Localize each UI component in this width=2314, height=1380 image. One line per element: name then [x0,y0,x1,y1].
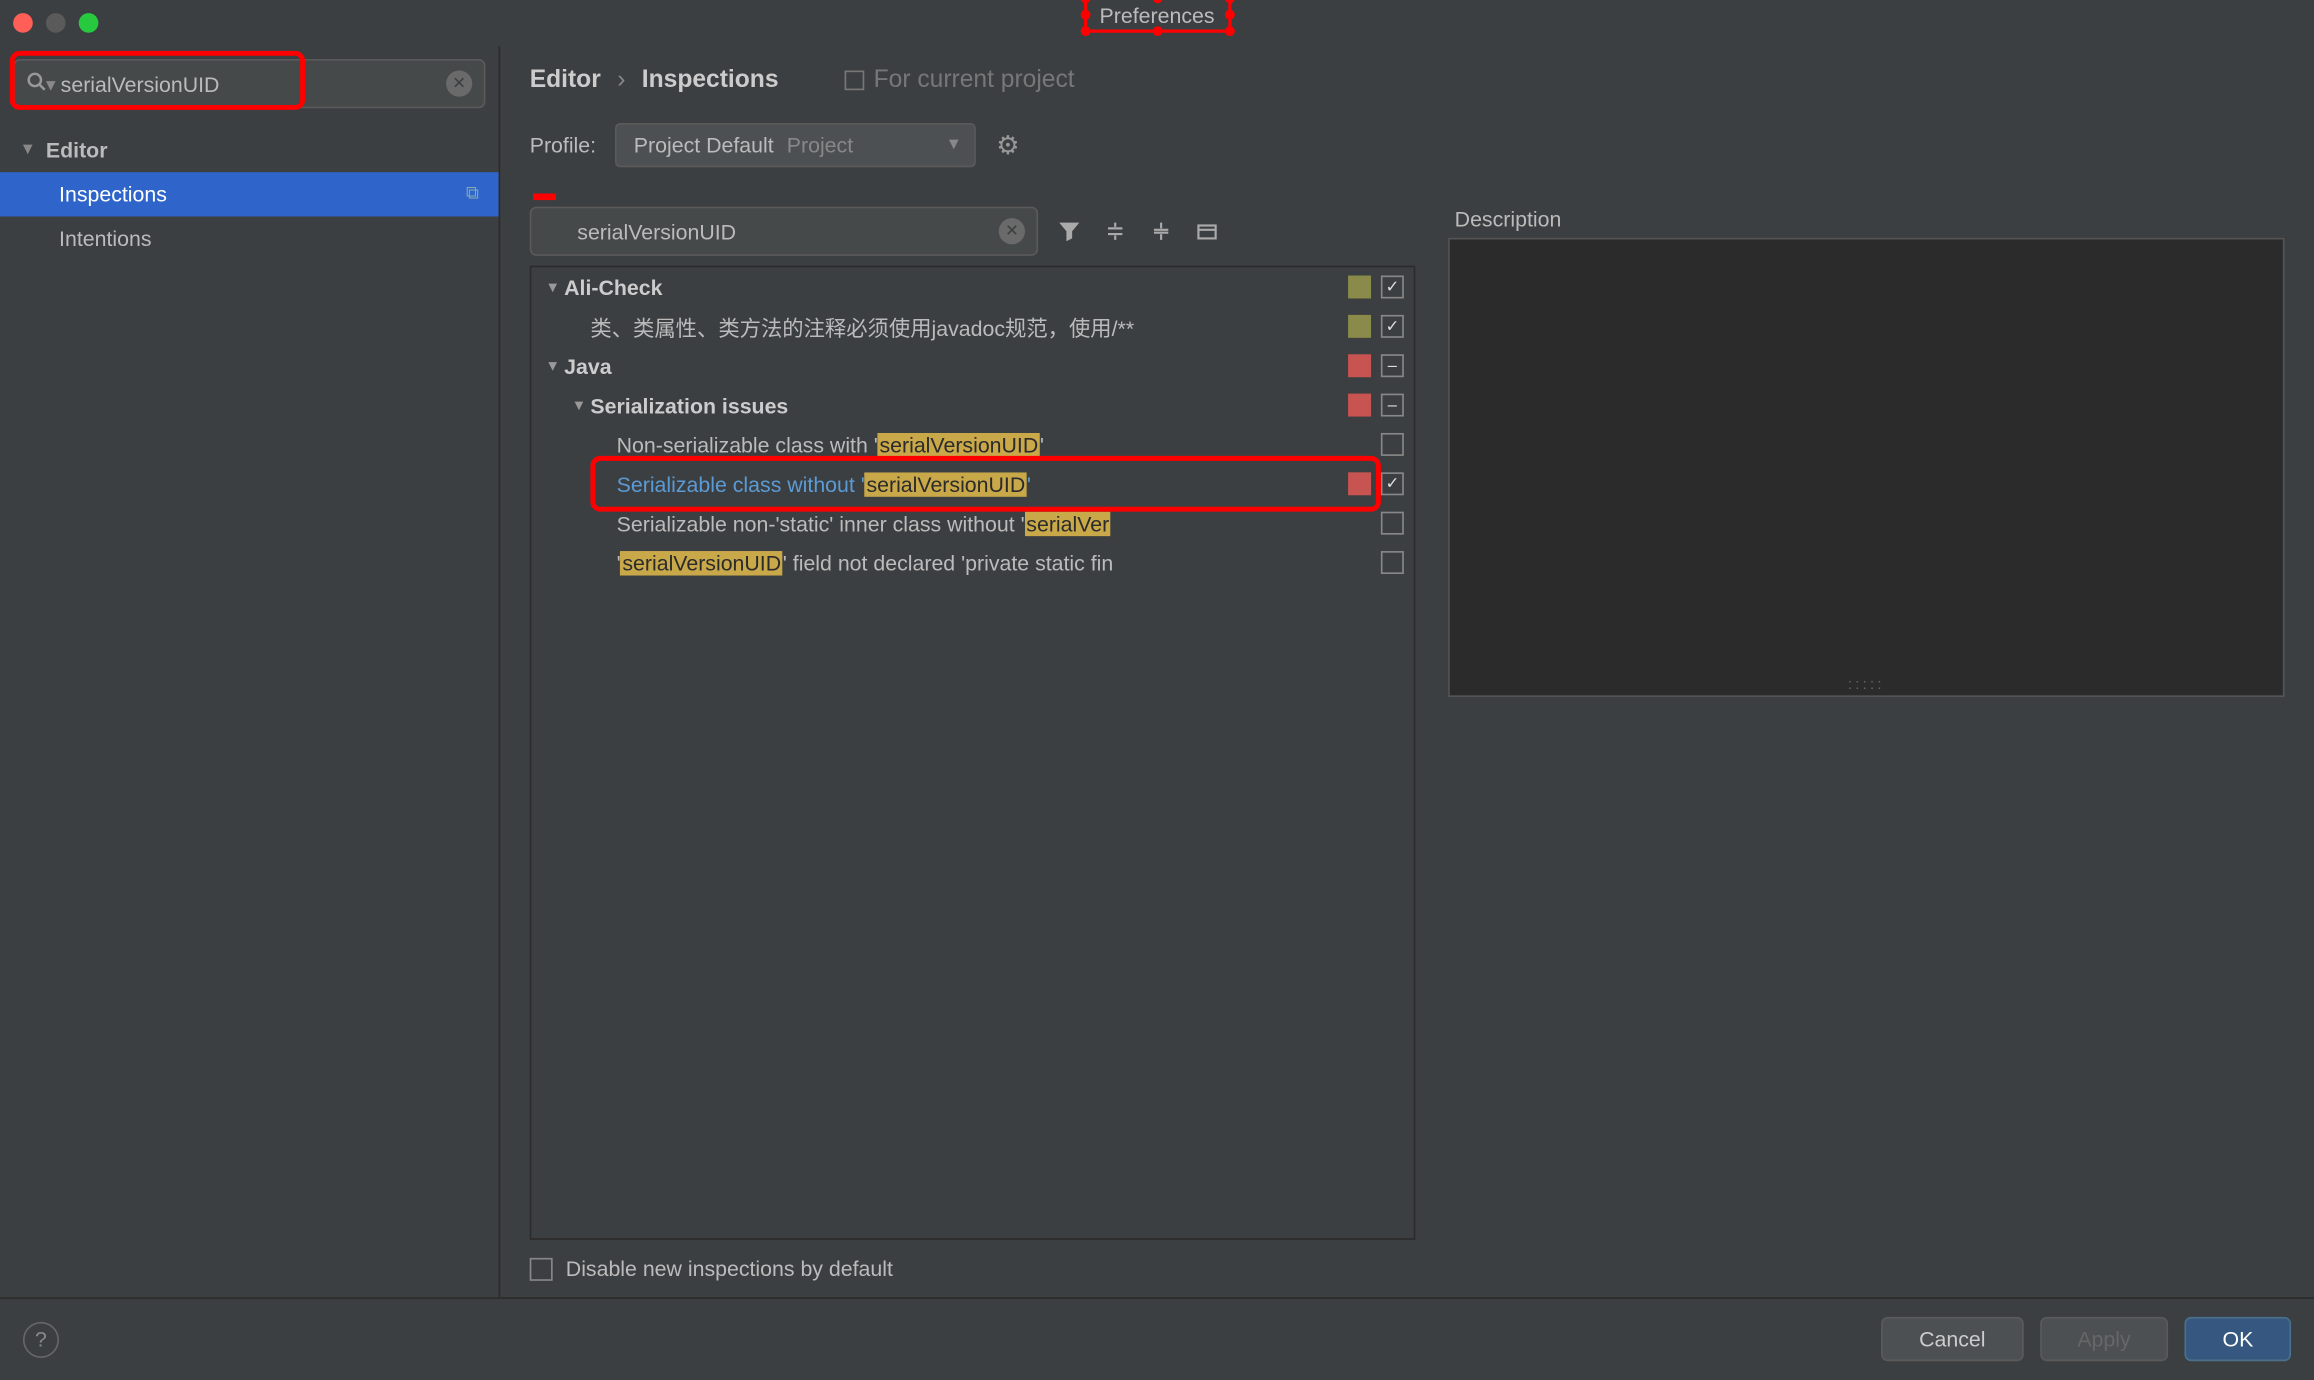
severity-indicator [1348,551,1371,574]
sidebar-item-intentions[interactable]: Intentions [0,216,499,260]
scope-icon [844,70,864,90]
inspection-checkbox[interactable] [1381,394,1404,417]
inspection-checkbox[interactable] [1381,433,1404,456]
chevron-down-icon: ▼ [946,136,962,154]
profile-settings-icon[interactable]: ⚙ [996,129,1020,162]
severity-indicator [1348,354,1371,377]
breadcrumb: Editor › Inspections For current project [530,66,2285,94]
window-controls [13,13,98,33]
clear-search-icon[interactable]: ✕ [446,71,472,97]
reset-icon[interactable] [1192,216,1222,246]
preferences-content: Editor › Inspections For current project… [500,46,2314,1297]
sidebar-group-label: Editor [46,138,108,163]
profile-suffix: Project [787,133,853,158]
apply-button: Apply [2040,1317,2169,1361]
breadcrumb-editor: Editor [530,66,601,94]
copy-profile-icon: ⧉ [466,184,479,205]
inspection-checkbox[interactable] [1381,315,1404,338]
disable-new-label: Disable new inspections by default [566,1256,893,1281]
collapse-all-icon[interactable] [1146,216,1176,246]
clear-search-icon[interactable]: ✕ [999,218,1025,244]
tree-group-alicheck[interactable]: ▼ Ali-Check [531,267,1413,306]
window-title: Preferences [1100,2,1215,27]
resize-grip-icon[interactable]: ::::: [1848,676,1885,692]
cancel-button[interactable]: Cancel [1881,1317,2023,1361]
sidebar-item-inspections[interactable]: Inspections ⧉ [0,172,499,216]
breadcrumb-separator: › [617,66,625,94]
severity-indicator [1348,472,1371,495]
minimize-window-button[interactable] [46,13,66,33]
inspection-checkbox[interactable] [1381,472,1404,495]
tree-label: 'serialVersionUID' field not declared 'p… [617,550,1342,575]
inspection-checkbox[interactable] [1381,276,1404,299]
tree-label: Java [564,353,1341,378]
tree-item-alicheck-1[interactable]: 类、类属性、类方法的注释必须使用javadoc规范，使用/** [531,307,1413,346]
tree-item-serializable-without[interactable]: Serializable class without 'serialVersio… [531,464,1413,503]
tree-group-java[interactable]: ▼ Java [531,346,1413,385]
sidebar-item-label: Intentions [59,226,151,251]
scope-label: For current project [874,66,1075,94]
inspection-checkbox[interactable] [1381,551,1404,574]
inspection-checkbox[interactable] [1381,354,1404,377]
description-panel: ::::: [1448,238,2284,697]
severity-indicator [1348,276,1371,299]
profile-label: Profile: [530,133,596,158]
ok-button[interactable]: OK [2185,1317,2291,1361]
disable-new-checkbox[interactable] [530,1257,553,1280]
tree-item-field-not-private[interactable]: 'serialVersionUID' field not declared 'p… [531,543,1413,582]
preferences-sidebar: ▾ ✕ ▼ Editor Inspections ⧉ Intentions [0,46,500,1297]
tree-item-nonstatic-inner[interactable]: Serializable non-'static' inner class wi… [531,503,1413,542]
maximize-window-button[interactable] [79,13,99,33]
tree-label: Serializable class without 'serialVersio… [617,472,1342,497]
tree-label: Serialization issues [590,393,1341,418]
title-bar: Preferences [0,0,2314,46]
disclosure-triangle-icon: ▼ [541,279,564,295]
expand-all-icon[interactable] [1100,216,1130,246]
disclosure-triangle-icon: ▼ [20,141,36,159]
severity-indicator [1348,315,1371,338]
filter-icon[interactable] [1055,216,1085,246]
severity-indicator [1348,394,1371,417]
inspection-checkbox[interactable] [1381,512,1404,535]
tree-label: Serializable non-'static' inner class wi… [617,511,1342,536]
preferences-search-input[interactable] [13,59,485,108]
breadcrumb-inspections: Inspections [642,66,779,94]
profile-value: Project Default [634,133,774,158]
scope-indicator: For current project [844,66,1074,94]
tree-item-nonserializable[interactable]: Non-serializable class with 'serialVersi… [531,425,1413,464]
search-icon: ▾ [26,71,56,96]
profile-dropdown[interactable]: Project Default Project ▼ [616,123,977,167]
tree-group-serialization[interactable]: ▼ Serialization issues [531,385,1413,424]
description-label: Description [1448,207,2284,232]
dialog-footer: ? Cancel Apply OK [0,1297,2314,1379]
inspection-tree[interactable]: ▼ Ali-Check 类、类属性、类方法的注释必须使用javadoc规范，使用… [530,266,1416,1240]
sidebar-group-editor[interactable]: ▼ Editor [0,128,499,172]
tree-label: 类、类属性、类方法的注释必须使用javadoc规范，使用/** [590,311,1341,342]
tree-label: Ali-Check [564,275,1341,300]
disclosure-triangle-icon: ▼ [567,397,590,413]
sidebar-item-label: Inspections [59,182,167,207]
severity-indicator [1348,512,1371,535]
severity-indicator [1348,433,1371,456]
tree-label: Non-serializable class with 'serialVersi… [617,432,1342,457]
title-annotation: Preferences [1083,0,1231,33]
close-window-button[interactable] [13,13,33,33]
disclosure-triangle-icon: ▼ [541,358,564,374]
help-button[interactable]: ? [23,1321,59,1357]
annotation-mark [533,194,556,201]
inspection-search-input[interactable] [530,207,1038,256]
